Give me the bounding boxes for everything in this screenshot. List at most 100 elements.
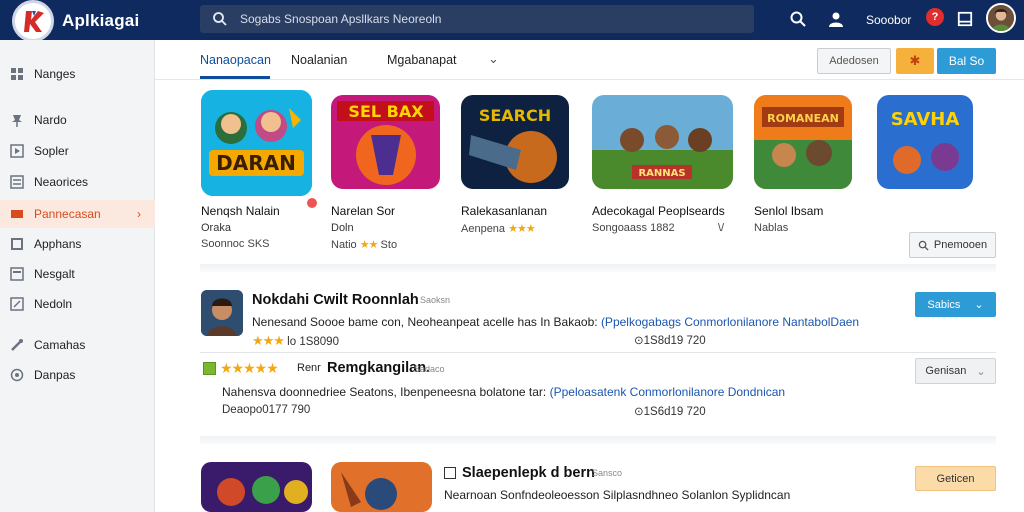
sidebar-item-nardo[interactable]: Nardo xyxy=(0,106,155,134)
chevron-down-icon: ⌄ xyxy=(976,365,986,378)
window-icon[interactable] xyxy=(955,9,975,29)
review-prefix: Renr xyxy=(297,362,321,374)
chevron-down-icon[interactable]: ⌄ xyxy=(488,51,499,67)
sidebar: Nanges Nardo Sopler Neaorices Pannecasan… xyxy=(0,40,155,512)
review-title[interactable]: Nokdahi Cwilt Roonnlah xyxy=(252,292,419,308)
review-meta: Deaopo0177 790 xyxy=(222,404,311,416)
svg-text:DARAN: DARAN xyxy=(216,151,296,175)
new-badge xyxy=(307,198,317,208)
reviewer-avatar xyxy=(201,290,243,336)
game-thumbnail: SEL BAX xyxy=(331,95,440,189)
svg-text:SAVHA: SAVHA xyxy=(891,109,960,130)
search-bar[interactable] xyxy=(200,5,754,33)
edit-icon xyxy=(10,297,24,311)
featured-card[interactable]: SAVHA xyxy=(877,95,973,189)
user-label[interactable]: Sooobor xyxy=(866,13,911,27)
edit-icon[interactable] xyxy=(444,467,456,479)
featured-card[interactable]: SEARCH xyxy=(461,95,569,189)
review-tag: Saoksn xyxy=(420,295,451,305)
featured-title[interactable]: Senlol Ibsam xyxy=(754,204,823,218)
news-icon xyxy=(10,175,24,189)
sidebar-item-sopler[interactable]: Sopler xyxy=(0,137,155,165)
review-body: Nearnoan Sonfndeoleoesson Silplasndhneo … xyxy=(444,488,791,502)
featured-card[interactable]: SEL BAX xyxy=(331,95,440,189)
review-tag: Sadaco xyxy=(414,364,445,374)
geticen-button[interactable]: Geticen xyxy=(915,466,996,491)
section-divider xyxy=(200,264,996,272)
featured-card[interactable]: RANNAS xyxy=(592,95,733,189)
sidebar-item-neaorices[interactable]: Neaorices xyxy=(0,168,155,196)
featured-title[interactable]: Narelan Sor xyxy=(331,204,395,218)
featured-title[interactable]: Adecokagal Peoplseards xyxy=(592,204,725,218)
featured-title[interactable]: Nenqsh Nalain xyxy=(201,204,280,218)
review-tag: Sansco xyxy=(592,468,623,478)
sidebar-item-apphans[interactable]: Apphans xyxy=(0,230,155,258)
review-title[interactable]: Slaepenlepk d bern xyxy=(462,465,595,481)
user-icon[interactable] xyxy=(826,9,846,29)
tab-mgabanapat[interactable]: Mgabanapat xyxy=(387,53,457,67)
primary-button[interactable]: Bal So xyxy=(937,48,996,74)
review-link[interactable]: (Ppelkogabags Conmorlonilanore NantabolD… xyxy=(601,315,859,329)
promo-button[interactable]: Pnemooen xyxy=(909,232,996,258)
button-label: Genisan xyxy=(925,365,967,377)
sidebar-item-nesgalt[interactable]: Nesgalt xyxy=(0,260,155,288)
search-icon xyxy=(918,240,929,251)
featured-card[interactable]: DARAN xyxy=(201,90,317,208)
svg-text:ROMANEAN: ROMANEAN xyxy=(767,112,839,125)
review-date: ⊙1S8d19 720 xyxy=(634,335,706,347)
chevron-right-icon: › xyxy=(137,207,141,221)
app-logo[interactable] xyxy=(12,0,54,42)
checkbox[interactable] xyxy=(203,362,216,375)
globe-icon xyxy=(10,368,24,382)
review-body: Nenesand Soooe bame con, Neoheanpeat ace… xyxy=(252,315,860,329)
review-date: ⊙1S6d19 720 xyxy=(634,406,706,418)
sidebar-item-label: Pannecasan xyxy=(34,207,101,221)
search-icon[interactable] xyxy=(788,9,808,29)
pin-icon xyxy=(10,113,24,127)
library-icon xyxy=(10,207,24,221)
game-thumbnail[interactable] xyxy=(331,462,432,512)
review-rating: ★★★★★ xyxy=(220,360,279,376)
tab-noalanian[interactable]: Noalanian xyxy=(291,53,347,67)
review-meta: ★★★ lo 1S8090 xyxy=(252,333,339,348)
sidebar-item-nedoln[interactable]: Nedoln xyxy=(0,290,155,318)
featured-meta: Songoaass 1882 xyxy=(592,222,675,234)
game-thumbnail: DARAN xyxy=(201,90,312,196)
sidebar-item-label: Nardo xyxy=(34,113,67,127)
sidebar-item-label: Nedoln xyxy=(34,297,73,311)
sidebar-item-nanges[interactable]: Nanges xyxy=(0,60,155,88)
review-link[interactable]: (Ppeloasatenk Conmorlonilanore Dondnican xyxy=(550,385,785,399)
sparkle-button[interactable]: ✱ xyxy=(896,48,934,74)
adedosen-button[interactable]: Adedosen xyxy=(817,48,891,74)
sabics-button[interactable]: Sabics ⌄ xyxy=(915,292,996,317)
row-divider xyxy=(200,352,996,353)
featured-meta: Soonnoc SKS xyxy=(201,238,270,250)
sidebar-item-camahas[interactable]: Camahas xyxy=(0,331,155,359)
button-label: Sabics xyxy=(927,298,961,311)
tab-nanaopacan[interactable]: Nanaopacan xyxy=(200,53,271,67)
sidebar-item-label: Nesgalt xyxy=(34,267,75,281)
sidebar-item-label: Neaorices xyxy=(34,175,89,189)
sidebar-item-pannecasan[interactable]: Pannecasan › xyxy=(0,200,155,228)
featured-subtitle: Oraka xyxy=(201,222,231,234)
review-body: Nahensva doonnedriee Seatons, Ibenpenees… xyxy=(222,385,786,399)
sidebar-item-label: Danpas xyxy=(34,368,76,382)
notification-badge[interactable]: ? xyxy=(926,8,944,26)
play-icon xyxy=(10,144,24,158)
sidebar-item-label: Nanges xyxy=(34,67,76,81)
featured-card[interactable]: ROMANEAN xyxy=(754,95,852,189)
search-input[interactable] xyxy=(240,12,720,26)
top-bar: Aplkiagai Sooobor ? xyxy=(0,0,1024,42)
game-thumbnail: ROMANEAN xyxy=(754,95,852,189)
featured-meta: Natio ★★ Sto xyxy=(331,239,398,251)
genisan-button[interactable]: Genisan ⌄ xyxy=(915,358,996,384)
game-thumbnail: SEARCH xyxy=(461,95,569,189)
game-thumbnail[interactable] xyxy=(201,462,312,512)
svg-text:SEL BAX: SEL BAX xyxy=(348,102,424,121)
featured-title[interactable]: Ralekasanlanan xyxy=(461,204,547,218)
game-thumbnail: SAVHA xyxy=(877,95,973,189)
sidebar-item-danpas[interactable]: Danpas xyxy=(0,361,155,389)
game-thumbnail: RANNAS xyxy=(592,95,733,189)
grid-icon xyxy=(10,67,24,81)
avatar[interactable] xyxy=(986,3,1016,33)
